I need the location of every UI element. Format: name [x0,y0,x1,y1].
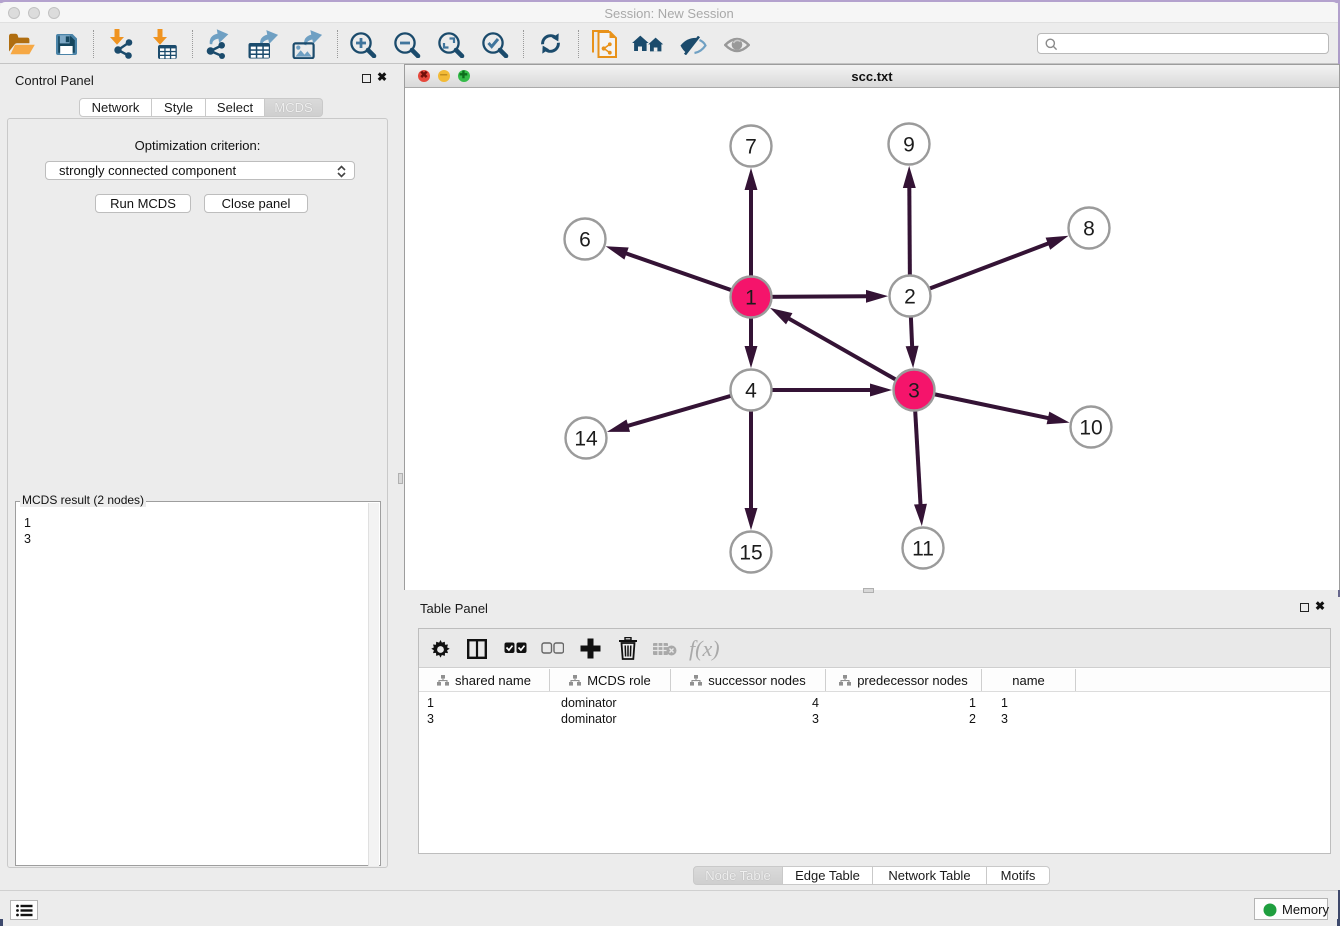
svg-text:9: 9 [903,134,915,157]
svg-text:8: 8 [1083,218,1095,241]
svg-text:3: 3 [908,380,920,403]
svg-text:14: 14 [574,428,598,451]
svg-text:11: 11 [912,538,934,561]
svg-text:10: 10 [1079,417,1102,440]
svg-text:4: 4 [745,380,757,403]
svg-text:15: 15 [739,542,762,565]
svg-text:2: 2 [904,286,916,309]
svg-text:7: 7 [745,136,757,159]
svg-text:6: 6 [579,229,591,252]
svg-text:1: 1 [745,287,757,310]
